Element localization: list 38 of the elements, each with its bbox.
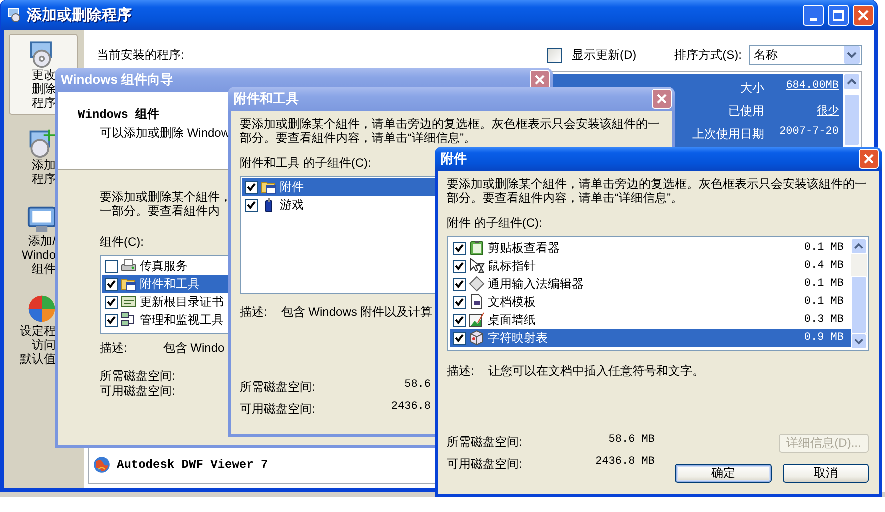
detail-label: 上次使用日期 (692, 126, 765, 143)
item-size: 0.1 MB (804, 278, 845, 290)
detail-label: 大小 (740, 80, 765, 97)
item-size: 0.3 MB (804, 314, 845, 326)
disk-space-label: 所需磁盘空间: (100, 369, 176, 384)
detail-value: 2007-7-20 (780, 126, 839, 140)
description-label: 描述: (240, 304, 268, 321)
item-size: 0.4 MB (804, 260, 845, 272)
window-title: 附件 (441, 150, 467, 168)
header-title: Windows 组件 (78, 107, 160, 123)
disk-space-value: 58.6 (404, 379, 431, 393)
disk-space-label: 可用磁盘空间: (100, 384, 176, 399)
window-title: 添加或删除程序 (27, 6, 132, 24)
item-size: 0.1 MB (804, 296, 845, 308)
description-text: 让您可以在文档中插入任意符号和文字。 (488, 363, 704, 380)
description-label: 描述: (100, 340, 128, 357)
header-subtitle: 可以添加或删除 Window (100, 125, 230, 142)
detail-label: 已使用 (728, 103, 765, 120)
list-label: 附件 的子组件(C): (447, 215, 542, 232)
description-text: 包含 Windows 附件以及计算 (281, 304, 433, 321)
instruction-text: 要添加或删除某个組件， 一部分。要查看組件内 (100, 190, 232, 218)
disk-space-label: 可用磁盘空间: (447, 456, 524, 473)
disk-space-value: 2436.8 (390, 401, 431, 415)
list-label: 当前安装的程序: (97, 46, 184, 64)
sort-label: 排序方式(S): (674, 46, 742, 64)
disk-space-label: 所需磁盘空间: (447, 434, 524, 451)
instruction-text: 要添加或删除某个組件，请单击旁边的复选框。灰色框表示只会安装该組件的一 部分。要查看組件内容，请单击“详细信息”。 (240, 117, 660, 145)
window-title: 附件和工具 (234, 90, 299, 108)
item-size: 0.9 MB (804, 332, 845, 344)
item-size: 0.1 MB (804, 242, 845, 254)
disk-space-label: 所需磁盘空间: (240, 379, 316, 396)
disk-space-label: 可用磁盘空间: (240, 401, 316, 418)
description-label: 描述: (447, 363, 474, 380)
list-label: 组件(C): (100, 234, 144, 251)
disk-space-value: 2436.8 MB (594, 456, 655, 470)
description-text: 包含 Windo (163, 340, 225, 357)
list-label: 附件和工具 的子组件(C): (240, 155, 372, 172)
disk-space-value: 58.6 MB (608, 434, 655, 448)
